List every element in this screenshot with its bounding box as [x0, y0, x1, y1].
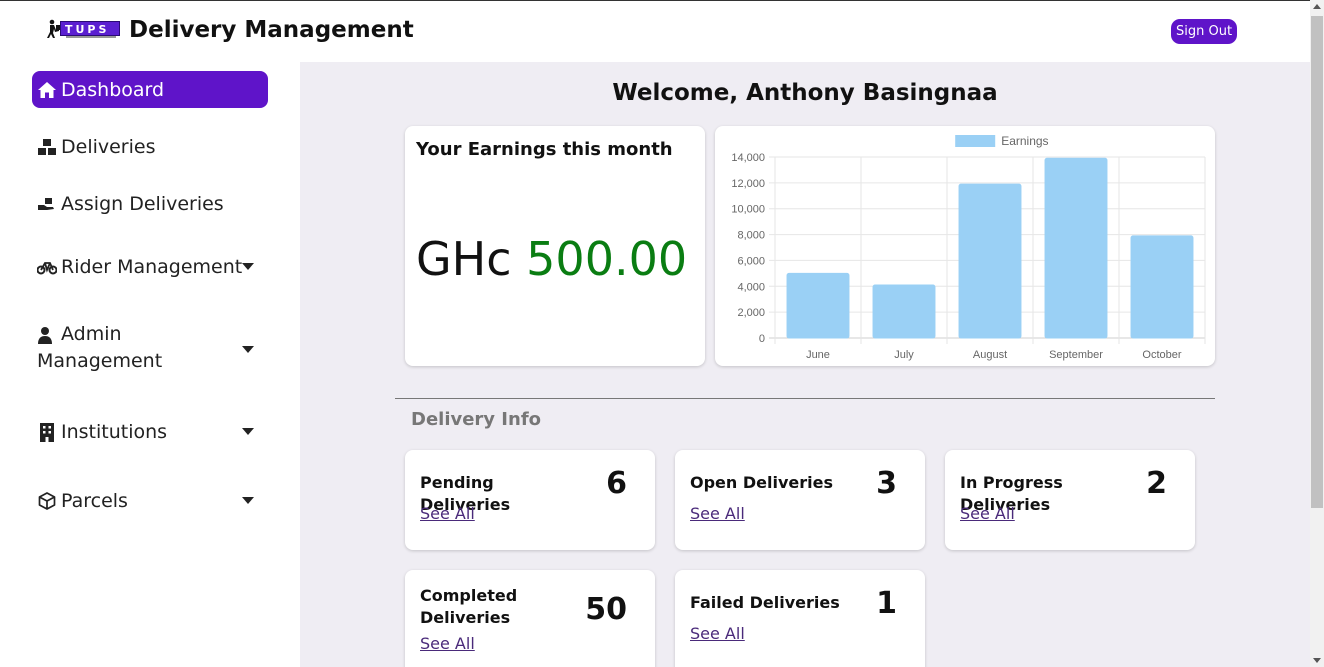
earnings-currency: GHc [416, 232, 512, 286]
top-bar: TUPS Delivery Management Sign Out [0, 0, 1310, 62]
app-title: Delivery Management [129, 17, 414, 43]
earnings-value: 500.00 [526, 232, 688, 286]
sidebar-item-label: Admin [61, 323, 122, 345]
see-all-link[interactable]: See All [690, 624, 745, 643]
sidebar-item-parcels[interactable]: Parcels [32, 482, 268, 519]
stat-count: 50 [585, 592, 627, 627]
y-tick-label: 4,000 [737, 281, 765, 293]
section-divider [395, 398, 1215, 399]
sidebar: Dashboard Deliveries Assign Deliveries R… [0, 62, 300, 667]
boxes-icon [37, 137, 57, 157]
scrollbar-thumb[interactable] [1311, 16, 1323, 508]
sidebar-item-deliveries[interactable]: Deliveries [32, 128, 268, 165]
page-scrollbar[interactable] [1310, 0, 1324, 667]
chart-bar [958, 183, 1022, 339]
see-all-link[interactable]: See All [690, 504, 745, 523]
sidebar-item-label-line2: Management [37, 350, 163, 372]
logo-wordmark: TUPS [60, 21, 120, 36]
sidebar-item-rider-management[interactable]: Rider Management [32, 248, 268, 285]
sidebar-item-label: Deliveries [61, 135, 156, 158]
x-tick-label: September [1049, 349, 1103, 361]
stat-count: 6 [606, 466, 627, 501]
stat-label: Completed Deliveries [420, 586, 518, 627]
chevron-down-icon [242, 346, 254, 353]
sidebar-item-label: Rider Management [61, 255, 243, 278]
see-all-link[interactable]: See All [420, 504, 475, 523]
y-tick-label: 12,000 [731, 178, 765, 190]
x-tick-label: July [894, 349, 914, 361]
sidebar-item-assign-deliveries[interactable]: Assign Deliveries [32, 185, 268, 222]
stat-count: 2 [1146, 466, 1167, 501]
earnings-card: Your Earnings this month GHc 500.00 [405, 126, 705, 366]
see-all-link[interactable]: See All [420, 634, 475, 653]
stat-card-failed: Failed Deliveries 1 See All [675, 570, 925, 667]
sidebar-item-label-block: Admin Management [37, 321, 162, 375]
earnings-title: Your Earnings this month [416, 139, 673, 160]
earnings-amount: GHc 500.00 [416, 232, 687, 286]
x-tick-label: August [973, 349, 1007, 361]
legend-label: Earnings [1001, 134, 1048, 148]
sidebar-item-label: Institutions [61, 420, 168, 443]
sign-out-button[interactable]: Sign Out [1171, 19, 1238, 44]
user-tie-icon [37, 326, 57, 344]
chart-bar [1130, 235, 1194, 339]
hand-box-icon [37, 194, 57, 214]
sidebar-item-admin-management[interactable]: Admin Management [32, 321, 268, 381]
bicycle-icon [37, 257, 57, 277]
stat-card-completed: Completed Deliveries 50 See All [405, 570, 655, 667]
sidebar-item-label: Assign Deliveries [61, 192, 224, 215]
tups-logo[interactable]: TUPS [46, 19, 120, 41]
building-icon [37, 422, 57, 442]
stat-card-pending: Pending Deliveries 6 See All [405, 450, 655, 550]
sidebar-item-label: Dashboard [61, 78, 165, 101]
chevron-down-icon [242, 263, 254, 270]
delivery-info-heading: Delivery Info [411, 409, 542, 430]
sidebar-item-institutions[interactable]: Institutions [32, 413, 268, 450]
y-tick-label: 0 [759, 333, 765, 345]
y-tick-label: 14,000 [731, 152, 765, 164]
earnings-chart-card: 0 2,000 4,000 6,000 8,000 10,000 12,000 14,000 J… [715, 126, 1215, 366]
chart-bar [872, 284, 936, 339]
earnings-bar-chart: 0 2,000 4,000 6,000 8,000 10,000 12,000 14,000 J… [731, 134, 1206, 361]
sidebar-item-dashboard[interactable]: Dashboard [32, 71, 268, 108]
cube-icon [37, 491, 57, 511]
stat-card-open: Open Deliveries 3 See All [675, 450, 925, 550]
y-tick-label: 2,000 [737, 307, 765, 319]
chevron-down-icon [242, 497, 254, 504]
scroll-up-arrow-icon[interactable] [1313, 4, 1321, 9]
stat-count: 1 [876, 586, 897, 621]
scroll-down-arrow-icon[interactable] [1313, 658, 1321, 663]
sidebar-item-label: Parcels [61, 489, 128, 512]
main-content: Welcome, Anthony Basingnaa Your Earnings… [300, 62, 1310, 667]
chart-bar [1044, 157, 1108, 339]
welcome-heading: Welcome, Anthony Basingnaa [612, 80, 998, 106]
chevron-down-icon [242, 428, 254, 435]
home-icon [37, 80, 57, 100]
logo-tagline [66, 36, 116, 38]
y-tick-label: 6,000 [737, 255, 765, 267]
y-tick-label: 10,000 [731, 204, 765, 216]
stat-count: 3 [876, 466, 897, 501]
chart-bar [786, 272, 850, 339]
see-all-link[interactable]: See All [960, 504, 1015, 523]
stat-label: Failed Deliveries [690, 593, 840, 612]
legend-swatch [955, 135, 996, 147]
x-tick-label: June [806, 349, 830, 361]
stat-card-in-progress: In Progress Deliveries 2 See All [945, 450, 1195, 550]
y-tick-label: 8,000 [737, 230, 765, 242]
stat-label: Open Deliveries [690, 473, 833, 492]
x-tick-label: October [1142, 349, 1181, 361]
